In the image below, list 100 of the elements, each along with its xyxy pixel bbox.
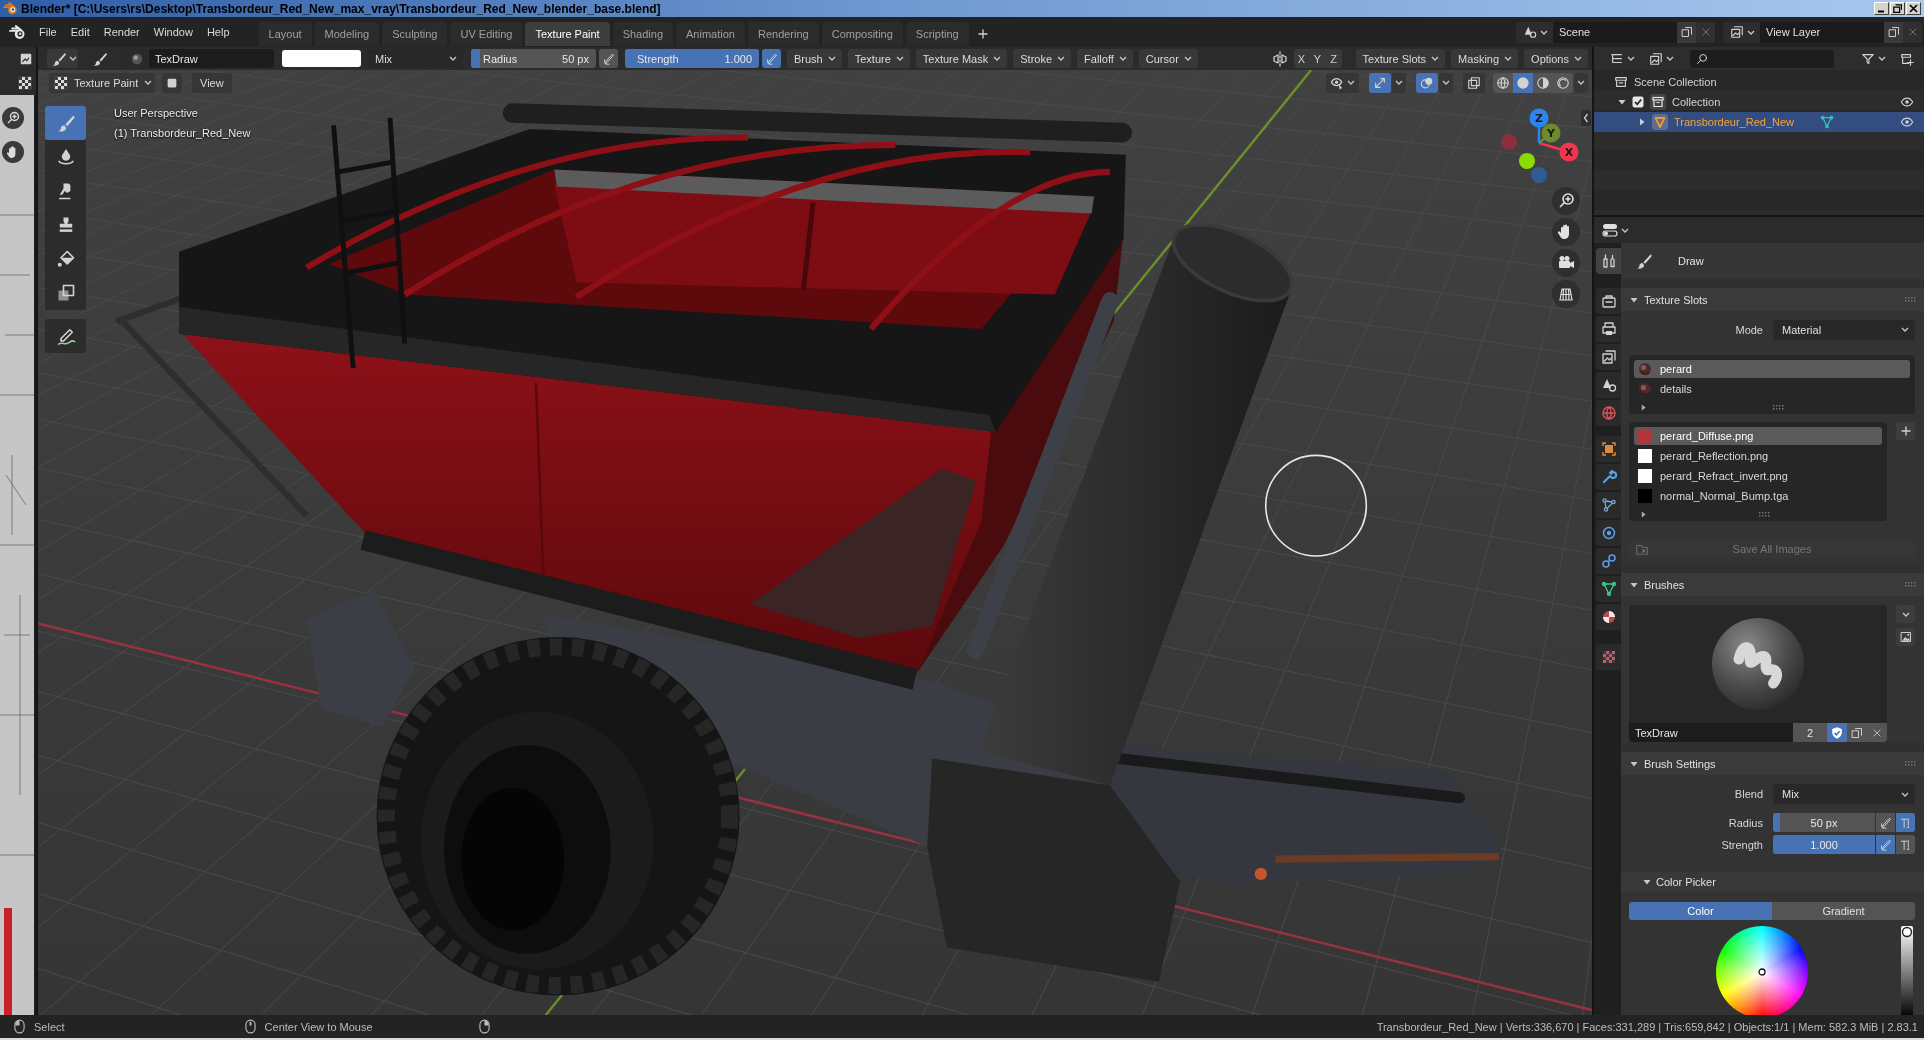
axis-dot-icon[interactable] <box>1531 167 1547 183</box>
workspace-tab[interactable]: Animation <box>676 22 745 46</box>
eye-icon[interactable] <box>1900 115 1914 129</box>
image-slot[interactable]: perard_Reflection.png <box>1634 447 1882 465</box>
workspace-tab[interactable]: Sculpting <box>382 22 448 46</box>
menu-item[interactable]: File <box>32 21 64 43</box>
image-slot[interactable]: perard_Refract_invert.png <box>1634 467 1882 485</box>
panel-header[interactable]: Texture Slots <box>1621 288 1924 311</box>
properties-tab[interactable] <box>1596 248 1621 274</box>
unified-toggle[interactable] <box>1896 813 1915 832</box>
shading-mode-button[interactable] <box>1513 72 1533 93</box>
axis-handle[interactable]: X <box>1538 141 1579 162</box>
mode-dropdown[interactable]: Material <box>1773 319 1915 340</box>
workspace-tab[interactable]: Rendering <box>747 22 819 46</box>
view-layer-browse-button[interactable] <box>1723 21 1760 43</box>
value-slider[interactable] <box>1901 926 1913 1015</box>
panel-header[interactable]: Brush Settings <box>1621 752 1924 775</box>
properties-tab[interactable] <box>1596 604 1621 630</box>
unlink-button[interactable] <box>1867 723 1887 742</box>
axis-dot-icon[interactable] <box>1501 134 1517 150</box>
brush-name-field[interactable]: TexDraw <box>1629 723 1793 742</box>
overlay-toggle[interactable] <box>1416 72 1438 93</box>
workspace-tab[interactable]: Scripting <box>905 22 969 46</box>
grip-icon[interactable] <box>1773 404 1784 410</box>
gizmo-toggle[interactable] <box>1369 72 1391 93</box>
blend-dropdown[interactable]: Mix <box>1773 784 1915 804</box>
unified-toggle[interactable] <box>1896 835 1915 854</box>
scene-name-field[interactable]: Scene <box>1553 21 1677 43</box>
menu-item[interactable]: Render <box>96 21 147 43</box>
material-slot[interactable]: perard <box>1634 360 1910 378</box>
workspace-tab[interactable]: UV Editing <box>450 22 523 46</box>
workspace-tab[interactable]: Layout <box>258 22 312 46</box>
pressure-toggle[interactable] <box>762 49 781 68</box>
tool-button[interactable] <box>47 49 78 68</box>
image-slot[interactable]: normal_Normal_Bump.tga <box>1634 487 1882 505</box>
menu-item[interactable]: Window <box>146 21 200 43</box>
zoom-icon[interactable] <box>1552 187 1580 215</box>
paint-mask-toggle[interactable] <box>162 72 182 93</box>
mirror-axis-toggle[interactable]: X <box>1293 49 1310 68</box>
workspace-tab[interactable]: Compositing <box>821 22 903 46</box>
menu-dropdown[interactable]: Texture Mask <box>915 49 1008 68</box>
properties-tab[interactable] <box>1596 316 1621 342</box>
slider-handle[interactable] <box>1901 926 1913 938</box>
visibility-dropdown[interactable] <box>1326 72 1359 93</box>
soften-tool-button[interactable] <box>45 140 86 174</box>
checker-icon[interactable] <box>18 75 32 90</box>
pressure-toggle[interactable] <box>599 49 618 68</box>
shading-options-dropdown[interactable] <box>1574 72 1588 93</box>
grid-icon[interactable] <box>1552 280 1580 308</box>
options-dropdown[interactable] <box>1439 72 1453 93</box>
color-mode-tab[interactable]: Gradient <box>1772 902 1915 920</box>
subpanel-header[interactable]: Color Picker <box>1621 872 1924 892</box>
color-mode-tab[interactable]: Color <box>1629 902 1772 920</box>
workspace-tab[interactable]: Texture Paint <box>525 22 610 46</box>
pressure-toggle[interactable] <box>1876 835 1895 854</box>
checkbox-icon[interactable] <box>1632 96 1644 108</box>
properties-tab[interactable] <box>1596 520 1621 546</box>
movie-camera-icon[interactable] <box>1552 249 1580 277</box>
grip-icon[interactable] <box>1759 511 1770 517</box>
shading-mode-button[interactable] <box>1553 72 1573 93</box>
disclosure-triangle-icon[interactable] <box>1618 98 1626 106</box>
add-button[interactable] <box>1896 422 1915 440</box>
search-field[interactable] <box>1690 49 1834 68</box>
outliner-item[interactable]: Scene Collection <box>1594 72 1924 92</box>
menu-dropdown[interactable]: Masking <box>1451 49 1519 68</box>
shading-mode-button[interactable] <box>1533 72 1553 93</box>
properties-tab[interactable] <box>1596 548 1621 574</box>
close-button[interactable] <box>1906 2 1921 15</box>
expand-arrow-icon[interactable] <box>1640 510 1647 518</box>
menu-dropdown[interactable]: Options <box>1524 49 1588 68</box>
menu-item[interactable]: Help <box>199 21 237 43</box>
disclosure-triangle-icon[interactable] <box>1638 118 1646 126</box>
properties-tab[interactable] <box>1596 492 1621 518</box>
annotate-tool-button[interactable] <box>45 319 86 353</box>
xray-toggle[interactable] <box>1463 72 1485 93</box>
mask-tool-button[interactable] <box>45 276 86 310</box>
minimize-button[interactable] <box>1874 2 1889 15</box>
outliner-item[interactable]: Transbordeur_Red_New <box>1594 112 1924 132</box>
menu-item[interactable]: Edit <box>63 21 97 43</box>
remove-button[interactable] <box>1903 21 1922 43</box>
menu-dropdown[interactable]: Falloff <box>1077 49 1133 68</box>
color-swatch[interactable] <box>282 50 361 67</box>
shading-mode-button[interactable] <box>1493 72 1513 93</box>
blend-dropdown[interactable]: Mix <box>368 49 463 68</box>
view-menu[interactable]: View <box>192 72 232 93</box>
expand-arrow-icon[interactable] <box>1640 403 1647 411</box>
mirror-icon[interactable] <box>1271 50 1288 67</box>
properties-tab[interactable] <box>1596 372 1621 398</box>
triangle-mesh-icon[interactable] <box>1820 115 1834 129</box>
view-layer-name-field[interactable]: View Layer <box>1760 21 1884 43</box>
menu-dropdown[interactable]: Brush <box>787 49 842 68</box>
workspace-tab[interactable]: Shading <box>612 22 674 46</box>
workspace-tab[interactable]: Modeling <box>314 22 380 46</box>
zoom-icon[interactable] <box>2 107 24 129</box>
remove-button[interactable] <box>1696 21 1715 43</box>
eye-icon[interactable] <box>1900 95 1914 109</box>
radius-slider[interactable]: Radius 50 px <box>471 49 596 68</box>
scene-browse-button[interactable] <box>1516 21 1553 43</box>
brush-preview-panel[interactable] <box>1629 605 1887 723</box>
menu-dropdown[interactable]: Texture <box>847 49 910 68</box>
